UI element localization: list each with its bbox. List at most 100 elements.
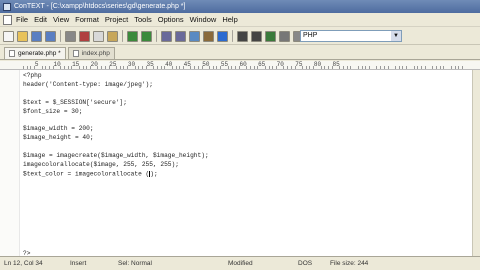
highlighter-select[interactable]: PHP ▼: [300, 30, 402, 42]
menu-item-options[interactable]: Options: [158, 15, 184, 24]
menu-item-help[interactable]: Help: [222, 15, 237, 24]
replace-icon[interactable]: [189, 30, 200, 42]
status-mode: Insert: [70, 260, 87, 267]
ruler-tick: [116, 66, 117, 69]
ruler-tick: [357, 66, 359, 69]
toolbar-separator: [122, 30, 123, 42]
ruler-tick: [249, 66, 251, 69]
ruler-tick: [432, 66, 434, 69]
ruler-tick: [387, 66, 389, 69]
ruler-tick: [417, 66, 419, 69]
redo-icon[interactable]: [141, 30, 152, 42]
goto-icon[interactable]: [203, 30, 214, 42]
menu-bar: File Edit View Format Project Tools Options Win…: [0, 13, 480, 27]
word-wrap-icon[interactable]: [279, 30, 290, 42]
chevron-down-icon[interactable]: ▼: [391, 31, 401, 41]
menu-item-view[interactable]: View: [53, 15, 69, 24]
find-icon[interactable]: [161, 30, 172, 42]
code-line[interactable]: [23, 189, 209, 198]
unindent-icon[interactable]: [251, 30, 262, 42]
ruler-tick: [253, 66, 255, 69]
ruler-tick: [305, 66, 307, 69]
status-selection: Sel: Normal: [118, 260, 152, 267]
highlighter-value: PHP: [303, 32, 318, 39]
code-line[interactable]: [23, 206, 209, 215]
undo-icon[interactable]: [127, 30, 138, 42]
paste-icon[interactable]: [107, 30, 118, 42]
ruler-tick: [376, 66, 378, 69]
code-line[interactable]: [23, 215, 209, 224]
code-line[interactable]: $font_size = 30;: [23, 108, 209, 118]
code-line[interactable]: $image_height = 40;: [23, 135, 209, 144]
ruler-tick: [435, 66, 437, 69]
ruler-tick: [45, 66, 47, 69]
ruler-tick: [324, 66, 326, 69]
menu-item-window[interactable]: Window: [190, 15, 217, 24]
tab-1[interactable]: index.php: [67, 47, 115, 59]
menu-item-project[interactable]: Project: [105, 15, 128, 24]
code-line-text: );: [150, 170, 158, 178]
save-all-icon[interactable]: [45, 30, 56, 42]
ruler-tick: [197, 66, 199, 69]
save-icon[interactable]: [31, 30, 42, 42]
vertical-scrollbar[interactable]: [472, 70, 480, 256]
ruler-tick: [142, 66, 144, 69]
status-file-size: File size: 244: [330, 260, 369, 267]
new-file-icon[interactable]: [3, 30, 14, 42]
ruler-tick: [328, 66, 330, 69]
cut-icon[interactable]: [79, 30, 90, 42]
editor-window: ConTEXT - [C:\xampp\htdocs\series\gd\gen…: [0, 0, 480, 270]
file-icon: [9, 50, 15, 57]
menu-item-tools[interactable]: Tools: [134, 15, 152, 24]
ruler-tick: [272, 66, 274, 69]
code-line[interactable]: [23, 242, 209, 251]
code-line[interactable]: header('Content-type: image/jpeg');: [23, 81, 209, 91]
tab-0[interactable]: generate.php *: [4, 47, 66, 59]
ruler-tick: [320, 66, 322, 69]
tab-label: index.php: [81, 50, 110, 57]
ruler-tick: [290, 66, 292, 69]
ruler-tick: [350, 66, 352, 69]
comment-icon[interactable]: [265, 30, 276, 42]
status-bar: Ln 12, Col 34 Insert Sel: Normal Modifie…: [0, 256, 480, 270]
ruler-tick: [60, 66, 62, 69]
ruler-tick: [339, 66, 341, 69]
menu-item-file[interactable]: File: [16, 15, 28, 24]
code-line[interactable]: [23, 224, 209, 233]
copy-icon[interactable]: [93, 30, 104, 42]
window-title: ConTEXT - [C:\xampp\htdocs\series\gd\gen…: [14, 3, 186, 10]
code-line[interactable]: [23, 197, 209, 206]
ruler-tick: [49, 66, 51, 69]
bookmark-icon[interactable]: [217, 30, 228, 42]
find-next-icon[interactable]: [175, 30, 186, 42]
ruler-tick: [268, 66, 270, 69]
ruler-tick: [179, 66, 181, 69]
indent-icon[interactable]: [237, 30, 248, 42]
ruler-tick: [342, 66, 344, 69]
ruler-tick: [212, 66, 214, 69]
code-line-text: $text_color = imagecolorallocate (: [23, 170, 150, 178]
column-ruler: 5 10 15 20 25 30 35 40 45 50 55 60 65 70 75 80 85: [0, 61, 480, 70]
ruler-tick: [190, 66, 192, 69]
title-bar[interactable]: ConTEXT - [C:\xampp\htdocs\series\gd\gen…: [0, 0, 480, 13]
ruler-tick: [82, 66, 84, 69]
ruler-tick: [175, 66, 177, 69]
code-editor[interactable]: <?php header('Content-type: image/jpeg');…: [0, 70, 472, 256]
open-folder-icon[interactable]: [17, 30, 28, 42]
menu-item-format[interactable]: Format: [75, 15, 99, 24]
ruler-tick: [160, 66, 162, 69]
ruler-tick: [138, 66, 140, 69]
code-line[interactable]: $text_color = imagecolorallocate ();: [23, 171, 209, 180]
code-text[interactable]: <?php header('Content-type: image/jpeg');…: [23, 72, 209, 260]
ruler-tick: [383, 66, 385, 69]
code-line[interactable]: [23, 233, 209, 242]
toolbar-separator: [156, 30, 157, 42]
document-icon[interactable]: [3, 14, 12, 25]
menu-item-edit[interactable]: Edit: [34, 15, 47, 24]
ruler-tick: [194, 66, 196, 69]
code-line[interactable]: [23, 180, 209, 189]
print-icon[interactable]: [65, 30, 76, 42]
toolbar: PHP ▼: [0, 28, 480, 45]
ruler-tick: [156, 66, 158, 69]
ruler-tick: [398, 66, 400, 69]
